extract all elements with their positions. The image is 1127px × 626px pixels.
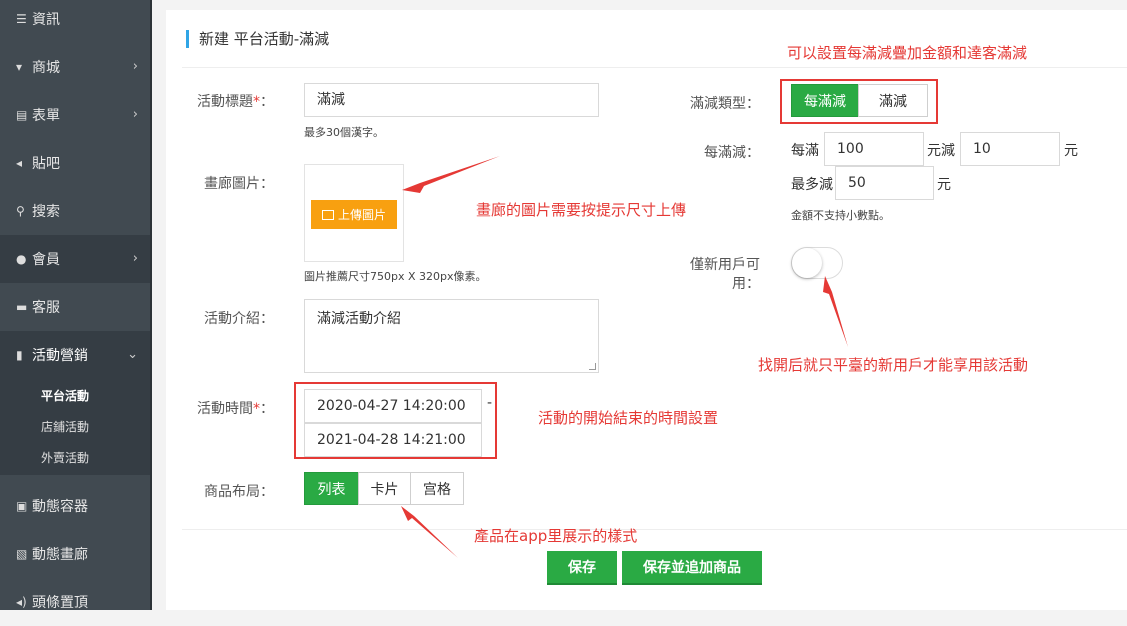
sidebar-item-label: 搜索 bbox=[32, 204, 60, 220]
reduce-input[interactable]: 10 bbox=[960, 132, 1060, 166]
gallery-hint: 圖片推薦尺寸750px X 320px像素。 bbox=[304, 270, 487, 283]
annotation-box-reduce-type bbox=[780, 79, 938, 124]
title-hint: 最多30個漢字。 bbox=[304, 126, 384, 139]
sidebar-item-container[interactable]: ▣ 動態容器 bbox=[0, 482, 150, 530]
annotation-layout: 產品在app里展示的樣式 bbox=[474, 527, 638, 545]
sidebar-item-label: 客服 bbox=[32, 300, 60, 316]
intro-value: 滿減活動介紹 bbox=[317, 311, 401, 327]
form-icon: ▤ bbox=[16, 108, 28, 122]
sidebar: ☰ 資訊 ▾ 商城 › ▤ 表單 › ◂ 貼吧 ⚲ 搜索 ● 會員 › ▬ 客服… bbox=[0, 0, 150, 611]
sidebar-divider bbox=[150, 0, 152, 610]
sidebar-item-marketing[interactable]: ▮ 活動營銷 ⌄ bbox=[0, 331, 150, 379]
image-icon: ▧ bbox=[16, 547, 28, 561]
intro-textarea[interactable]: 滿減活動介紹 bbox=[304, 299, 599, 373]
divider bbox=[182, 529, 1127, 530]
title-label: 活動標題*： bbox=[186, 91, 274, 111]
layout-grid-button[interactable]: 宫格 bbox=[410, 472, 464, 505]
title-label-text: 活動標題 bbox=[197, 94, 253, 110]
sidebar-item-label: 會員 bbox=[32, 252, 60, 268]
required-mark: * bbox=[253, 401, 260, 417]
layout-label: 商品布局： bbox=[204, 484, 274, 500]
sidebar-item-gallery[interactable]: ▧ 動態畫廊 bbox=[0, 530, 150, 578]
per-full-input[interactable]: 100 bbox=[824, 132, 924, 166]
sidebar-item-news[interactable]: ☰ 資訊 bbox=[0, 0, 150, 38]
sidebar-item-label: 動態畫廊 bbox=[32, 547, 88, 563]
per-full-prefix: 每滿 bbox=[791, 143, 819, 159]
new-user-toggle[interactable] bbox=[791, 247, 843, 279]
max-reduce-prefix: 最多減 bbox=[791, 177, 833, 193]
layout-list-button[interactable]: 列表 bbox=[304, 472, 359, 505]
sidebar-item-label: 動態容器 bbox=[32, 499, 88, 515]
bell-icon: ● bbox=[16, 252, 27, 266]
resize-handle[interactable] bbox=[589, 363, 596, 370]
new-user-label-line1: 僅新用戶可 bbox=[690, 257, 760, 273]
unit-yuan: 元 bbox=[1064, 143, 1078, 159]
annotation-time: 活動的開始結束的時間設置 bbox=[538, 409, 719, 427]
sidebar-item-label: 貼吧 bbox=[32, 156, 60, 172]
sidebar-item-label: 表單 bbox=[32, 108, 60, 124]
chevron-down-icon: ⌄ bbox=[127, 347, 138, 362]
sidebar-item-mall[interactable]: ▾ 商城 › bbox=[0, 43, 150, 91]
max-reduce-input[interactable]: 50 bbox=[835, 166, 934, 200]
title-input[interactable]: 滿減 bbox=[304, 83, 599, 117]
sidebar-item-search[interactable]: ⚲ 搜索 bbox=[0, 187, 150, 235]
page-title: 新建 平台活動-滿減 bbox=[186, 30, 329, 48]
annotation-box-time bbox=[294, 382, 497, 459]
sidebar-subitem-store[interactable]: 店鋪活動 bbox=[41, 418, 89, 435]
main-panel: 新建 平台活動-滿減 活動標題*： 滿減 最多30個漢字。 畫廊圖片： 上傳圖片… bbox=[166, 10, 1127, 610]
new-user-label-line2: 用： bbox=[732, 276, 760, 292]
bookmark-icon: ▮ bbox=[16, 348, 23, 362]
annotation-gallery: 畫廊的圖片需要按提示尺寸上傳 bbox=[476, 201, 687, 219]
layout-card-button[interactable]: 卡片 bbox=[358, 472, 411, 505]
annotation-reduce-type: 可以設置每滿減疊加金額和達客滿減 bbox=[787, 44, 1028, 62]
sidebar-item-headline[interactable]: ◂) 頭條置頂 bbox=[0, 578, 150, 626]
chevron-right-icon: › bbox=[132, 107, 138, 122]
sidebar-item-member[interactable]: ● 會員 › bbox=[0, 235, 150, 283]
time-label-text: 活動時間 bbox=[197, 401, 253, 417]
intro-label: 活動介紹： bbox=[204, 311, 274, 327]
sidebar-item-service[interactable]: ▬ 客服 bbox=[0, 283, 150, 331]
sidebar-subitem-platform[interactable]: 平台活動 bbox=[41, 387, 89, 404]
required-mark: * bbox=[253, 94, 260, 110]
megaphone-icon: ◂ bbox=[16, 156, 23, 170]
storage-icon: ▣ bbox=[16, 499, 28, 513]
volume-icon: ◂) bbox=[16, 595, 27, 609]
save-add-product-button[interactable]: 保存並追加商品 bbox=[622, 551, 762, 585]
reduce-mid-label: 元減 bbox=[927, 143, 955, 159]
sidebar-item-forum[interactable]: ◂ 貼吧 bbox=[0, 139, 150, 187]
chat-icon: ▬ bbox=[16, 300, 28, 314]
cart-icon: ▾ bbox=[16, 60, 23, 74]
sidebar-item-forms[interactable]: ▤ 表單 › bbox=[0, 91, 150, 139]
sidebar-subitem-takeout[interactable]: 外賣活動 bbox=[41, 449, 89, 466]
upload-label: 上傳圖片 bbox=[337, 208, 386, 222]
colon: ： bbox=[260, 401, 274, 417]
unit-yuan: 元 bbox=[937, 177, 951, 193]
time-label: 活動時間*： bbox=[186, 398, 274, 418]
save-button[interactable]: 保存 bbox=[547, 551, 617, 585]
chevron-right-icon: › bbox=[132, 251, 138, 266]
sidebar-item-label: 頭條置頂 bbox=[32, 595, 88, 611]
new-user-label: 僅新用戶可 用： bbox=[666, 256, 760, 294]
search-icon: ⚲ bbox=[16, 204, 25, 218]
chevron-right-icon: › bbox=[132, 59, 138, 74]
annotation-new-user: 找開后就只平臺的新用戶才能享用該活動 bbox=[758, 356, 1029, 374]
list-icon: ☰ bbox=[16, 12, 27, 26]
gallery-label: 畫廊圖片： bbox=[204, 176, 274, 192]
toggle-knob bbox=[792, 248, 822, 278]
sidebar-item-label: 活動營銷 bbox=[32, 348, 88, 364]
colon: ： bbox=[260, 94, 274, 110]
divider bbox=[182, 67, 1127, 68]
reduce-type-label: 滿減類型： bbox=[690, 96, 760, 112]
sidebar-item-label: 資訊 bbox=[32, 12, 60, 28]
layout-segmented: 列表 卡片 宫格 bbox=[304, 472, 464, 505]
image-icon bbox=[321, 209, 334, 220]
amount-hint: 金額不支持小數點。 bbox=[791, 209, 890, 222]
upload-image-button[interactable]: 上傳圖片 bbox=[311, 200, 397, 229]
sidebar-item-label: 商城 bbox=[32, 60, 60, 76]
per-reduce-label: 每滿減： bbox=[704, 145, 760, 161]
